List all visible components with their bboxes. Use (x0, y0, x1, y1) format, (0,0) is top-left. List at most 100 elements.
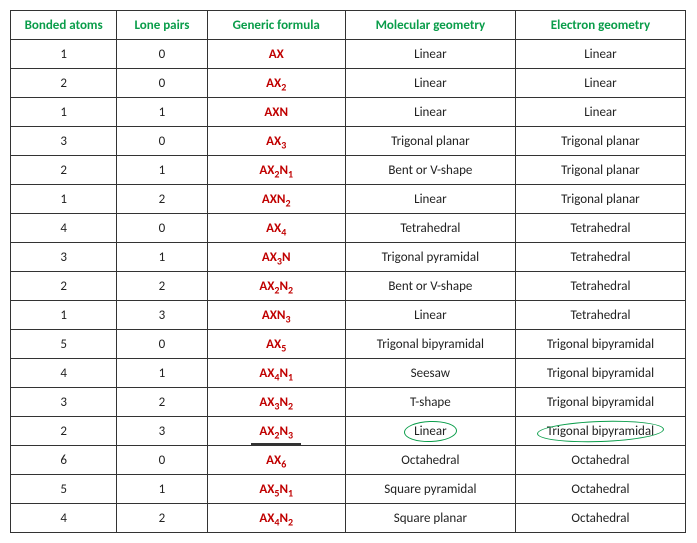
cell-electron-geometry: Linear (515, 98, 685, 127)
header-electron-geometry: Electron geometry (515, 11, 685, 40)
electron-geometry-value: Trigonal bipyramidal (547, 424, 654, 439)
cell-electron-geometry: Trigonal planar (515, 156, 685, 185)
cell-generic-formula: AXN2 (207, 185, 345, 214)
table-row: 20 AX2 LinearLinear (11, 69, 686, 98)
table-row: 22AX2N2Bent or V-shapeTetrahedral (11, 272, 686, 301)
cell-lone-pairs: 0 (117, 330, 207, 359)
formula-value: AXN2 (262, 192, 291, 207)
cell-lone-pairs: 0 (117, 69, 207, 98)
vsepr-geometry-table: Bonded atoms Lone pairs Generic formula … (10, 10, 686, 533)
formula-value: AXN (264, 105, 288, 120)
cell-molecular-geometry: Linear (345, 69, 515, 98)
cell-bonded-atoms: 5 (11, 330, 117, 359)
cell-generic-formula: AX6 (207, 446, 345, 475)
header-generic-formula: Generic formula (207, 11, 345, 40)
cell-electron-geometry: Linear (515, 40, 685, 69)
table-row: 50 AX5 Trigonal bipyramidalTrigonal bipyra… (11, 330, 686, 359)
cell-molecular-geometry: Square pyramidal (345, 475, 515, 504)
cell-lone-pairs: 2 (117, 504, 207, 533)
cell-generic-formula: AX2N3 (207, 417, 345, 446)
cell-bonded-atoms: 1 (11, 185, 117, 214)
cell-generic-formula: AX5 (207, 330, 345, 359)
cell-electron-geometry: Trigonal bipyramidal (515, 330, 685, 359)
cell-electron-geometry: Octahedral (515, 446, 685, 475)
cell-electron-geometry: Trigonal bipyramidal (515, 388, 685, 417)
cell-bonded-atoms: 1 (11, 40, 117, 69)
cell-generic-formula: AX2 (207, 69, 345, 98)
cell-molecular-geometry: Linear (345, 185, 515, 214)
cell-molecular-geometry: Square planar (345, 504, 515, 533)
cell-generic-formula: AXN3 (207, 301, 345, 330)
cell-lone-pairs: 2 (117, 185, 207, 214)
cell-lone-pairs: 1 (117, 156, 207, 185)
formula-value: AX2N3 (259, 424, 293, 439)
formula-value: AX3 (266, 134, 286, 149)
cell-lone-pairs: 1 (117, 475, 207, 504)
formula-value: AX4 (266, 221, 286, 236)
molecular-geometry-value: Linear (414, 424, 447, 439)
cell-generic-formula: AX4 (207, 214, 345, 243)
cell-bonded-atoms: 3 (11, 388, 117, 417)
table-row: 60AX6OctahedralOctahedral (11, 446, 686, 475)
table-row: 42AX4N2Square planarOctahedral (11, 504, 686, 533)
cell-molecular-geometry: Bent or V-shape (345, 156, 515, 185)
cell-bonded-atoms: 5 (11, 475, 117, 504)
table-row: 31AX3NTrigonal pyramidalTetrahedral (11, 243, 686, 272)
cell-generic-formula: AX3N2 (207, 388, 345, 417)
cell-electron-geometry: Tetrahedral (515, 301, 685, 330)
cell-molecular-geometry: Trigonal bipyramidal (345, 330, 515, 359)
table-row: 10AXLinearLinear (11, 40, 686, 69)
cell-lone-pairs: 0 (117, 214, 207, 243)
cell-molecular-geometry: T-shape (345, 388, 515, 417)
cell-lone-pairs: 1 (117, 359, 207, 388)
formula-value: AXN3 (262, 308, 291, 323)
table-header-row: Bonded atoms Lone pairs Generic formula … (11, 11, 686, 40)
cell-electron-geometry: Trigonal bipyramidal (515, 417, 685, 446)
cell-generic-formula: AX2N1 (207, 156, 345, 185)
underline-annotation (251, 443, 301, 445)
table-row: 12 AXN2 LinearTrigonal planar (11, 185, 686, 214)
cell-bonded-atoms: 2 (11, 272, 117, 301)
cell-lone-pairs: 1 (117, 98, 207, 127)
header-bonded-atoms: Bonded atoms (11, 11, 117, 40)
cell-generic-formula: AXN (207, 98, 345, 127)
formula-value: AX3N2 (259, 395, 293, 410)
cell-bonded-atoms: 4 (11, 504, 117, 533)
cell-generic-formula: AX3 (207, 127, 345, 156)
cell-bonded-atoms: 2 (11, 69, 117, 98)
cell-molecular-geometry: Trigonal pyramidal (345, 243, 515, 272)
cell-generic-formula: AX3N (207, 243, 345, 272)
cell-electron-geometry: Tetrahedral (515, 214, 685, 243)
cell-lone-pairs: 3 (117, 301, 207, 330)
table-row: 41AX4N1SeesawTrigonal bipyramidal (11, 359, 686, 388)
formula-value: AX3N (262, 250, 291, 265)
formula-value: AX6 (266, 453, 286, 468)
cell-electron-geometry: Trigonal planar (515, 185, 685, 214)
formula-value: AX2 (266, 76, 286, 91)
cell-molecular-geometry: Linear (345, 98, 515, 127)
cell-lone-pairs: 1 (117, 243, 207, 272)
cell-lone-pairs: 0 (117, 446, 207, 475)
cell-molecular-geometry: Linear (345, 40, 515, 69)
cell-electron-geometry: Trigonal bipyramidal (515, 359, 685, 388)
formula-value: AX2N1 (259, 163, 293, 178)
formula-value: AX (269, 47, 284, 62)
table-row: 30AX3Trigonal planarTrigonal planar (11, 127, 686, 156)
cell-lone-pairs: 2 (117, 388, 207, 417)
cell-molecular-geometry: Linear (345, 417, 515, 446)
formula-value: AX4N1 (259, 366, 293, 381)
cell-molecular-geometry: Linear (345, 301, 515, 330)
cell-molecular-geometry: Trigonal planar (345, 127, 515, 156)
cell-bonded-atoms: 6 (11, 446, 117, 475)
cell-electron-geometry: Linear (515, 69, 685, 98)
cell-bonded-atoms: 4 (11, 214, 117, 243)
cell-bonded-atoms: 3 (11, 127, 117, 156)
cell-bonded-atoms: 1 (11, 98, 117, 127)
cell-bonded-atoms: 2 (11, 156, 117, 185)
cell-molecular-geometry: Bent or V-shape (345, 272, 515, 301)
formula-value: AX5 (266, 337, 286, 352)
cell-bonded-atoms: 3 (11, 243, 117, 272)
cell-bonded-atoms: 1 (11, 301, 117, 330)
cell-bonded-atoms: 4 (11, 359, 117, 388)
formula-value: AX5N1 (259, 482, 293, 497)
